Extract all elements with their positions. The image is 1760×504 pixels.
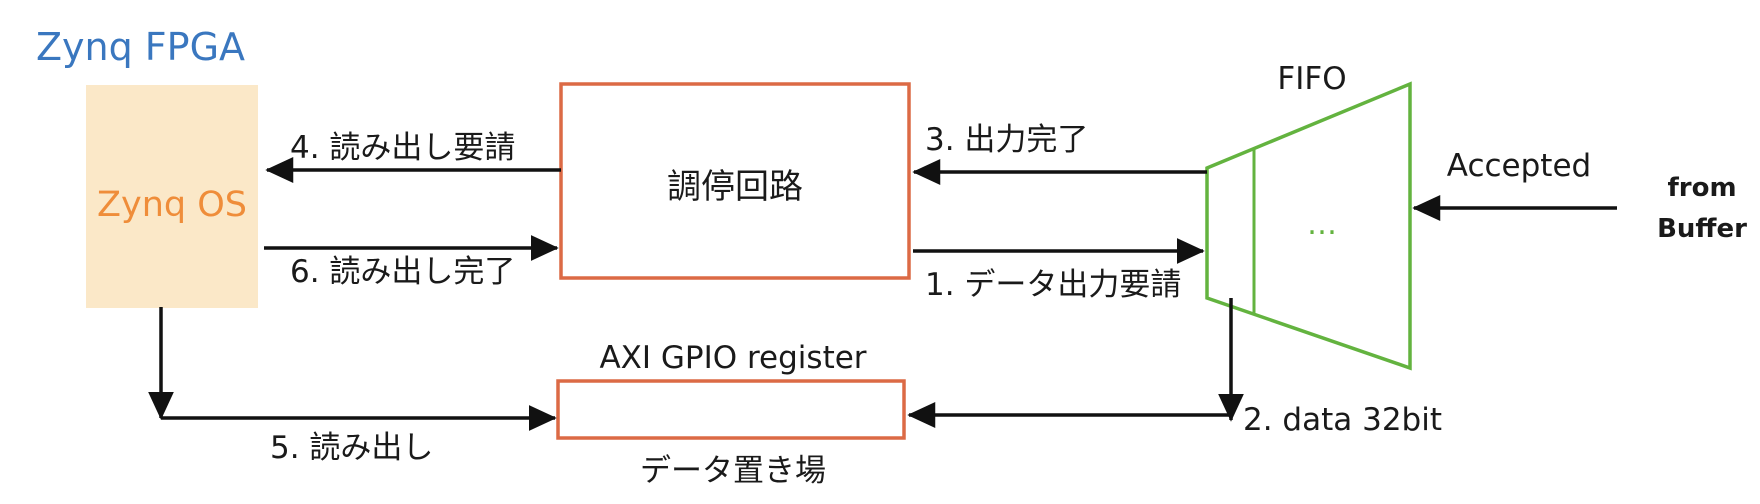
gpio-caption: データ置き場 [640, 453, 826, 489]
fifo-title: FIFO [1277, 61, 1346, 97]
gpio-register-block [556, 379, 906, 440]
fpga-data-flow-diagram: Zynq FPGA Zynq OS 調停回路 FIFO … from Buffe… [36, 25, 1747, 489]
label-step4: 4. 読み出し要請 [290, 130, 515, 166]
zynq-fpga-title: Zynq FPGA [36, 25, 245, 69]
label-step3: 3. 出力完了 [925, 122, 1088, 158]
fifo-ellipsis: … [1307, 207, 1337, 242]
source-from-label: from [1667, 173, 1736, 203]
label-step6: 6. 読み出し完了 [290, 254, 515, 290]
gpio-title: AXI GPIO register [599, 340, 866, 376]
label-step5: 5. 読み出し [270, 430, 433, 466]
label-step2: 2. data 32bit [1243, 402, 1442, 438]
zynq-os-label: Zynq OS [97, 185, 247, 225]
label-step1: 1. データ出力要請 [925, 267, 1181, 303]
arbiter-label: 調停回路 [667, 167, 803, 207]
label-accepted: Accepted [1447, 148, 1591, 184]
source-buffer-label: Buffer [1657, 214, 1747, 244]
